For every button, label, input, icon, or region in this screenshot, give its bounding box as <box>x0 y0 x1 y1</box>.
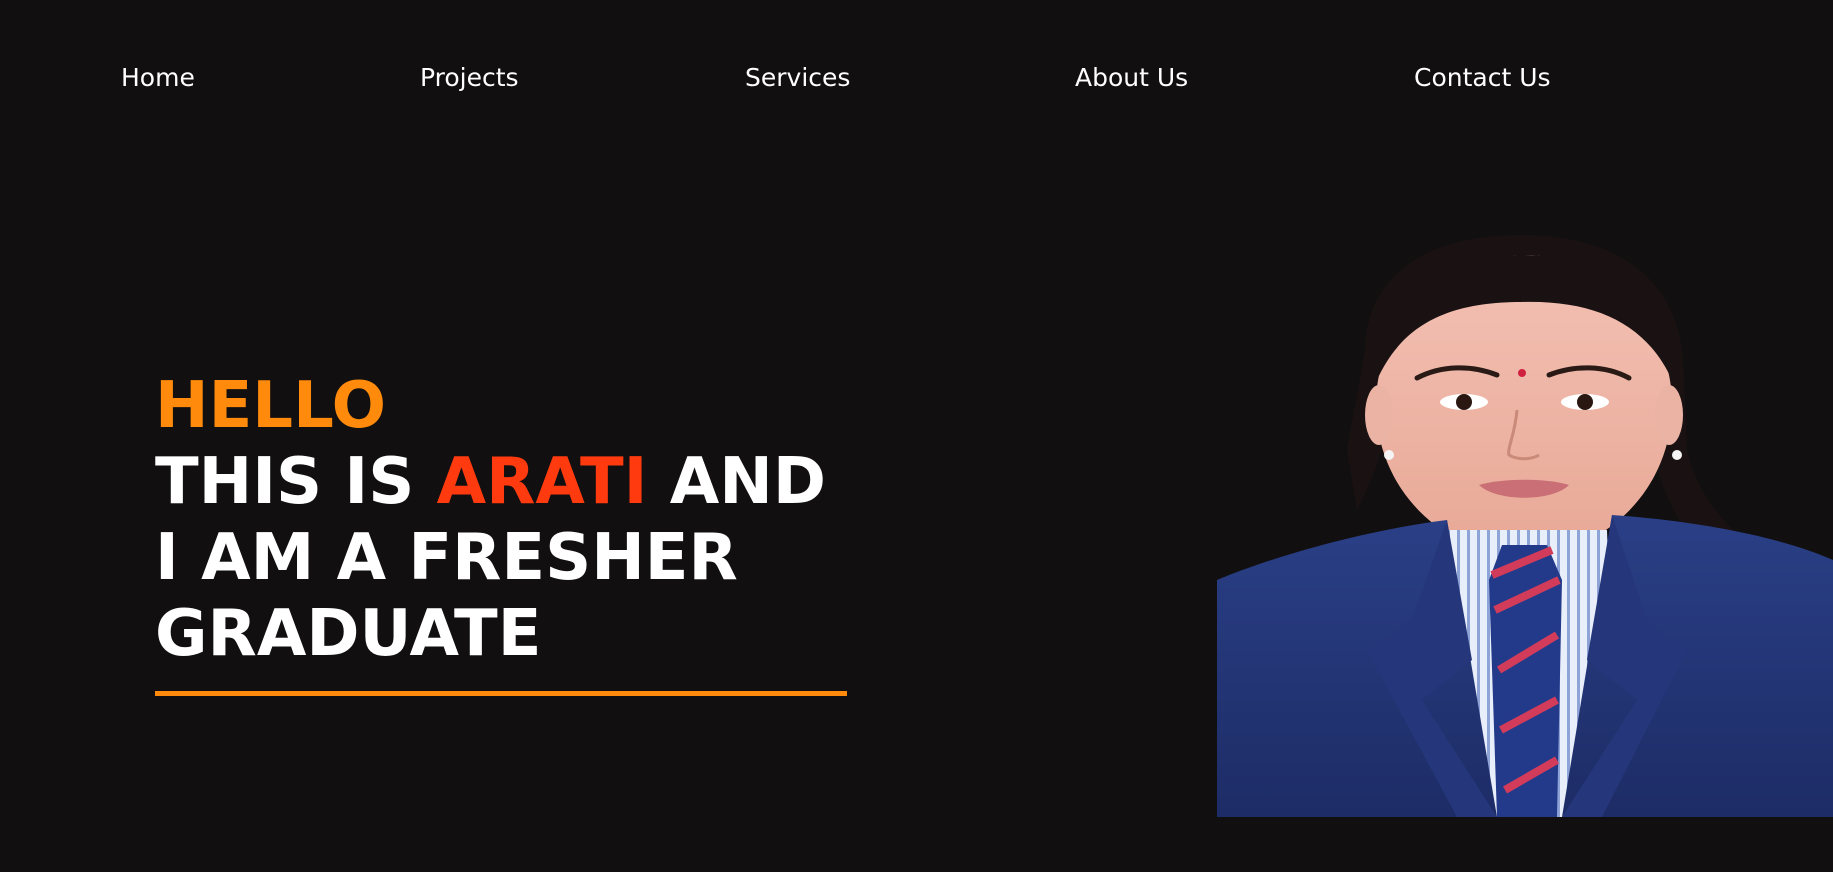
nav-link-about-us[interactable]: About Us <box>1075 60 1188 96</box>
nav-link-contact-us[interactable]: Contact Us <box>1414 60 1551 96</box>
nav-link-home[interactable]: Home <box>121 60 195 96</box>
hero-greeting: HELLO <box>155 369 386 443</box>
person-photo-icon <box>1217 235 1833 817</box>
hero-intro-suffix: AND <box>647 445 826 519</box>
hero-heading: HELLO THIS IS ARATI AND I AM A FRESHER G… <box>155 368 826 672</box>
nav-link-projects[interactable]: Projects <box>420 60 519 96</box>
nav-link-services[interactable]: Services <box>745 60 850 96</box>
profile-photo <box>1217 230 1833 817</box>
hero-name: ARATI <box>436 445 648 519</box>
hero-line-intro: THIS IS ARATI AND <box>155 444 826 520</box>
hero-underline <box>155 691 847 696</box>
hero-line-role: I AM A FRESHER <box>155 521 738 595</box>
hero-intro-prefix: THIS IS <box>155 445 437 519</box>
hero-line-graduate: GRADUATE <box>155 597 542 671</box>
portfolio-page: Home Projects Services About Us Contact … <box>0 0 1833 872</box>
